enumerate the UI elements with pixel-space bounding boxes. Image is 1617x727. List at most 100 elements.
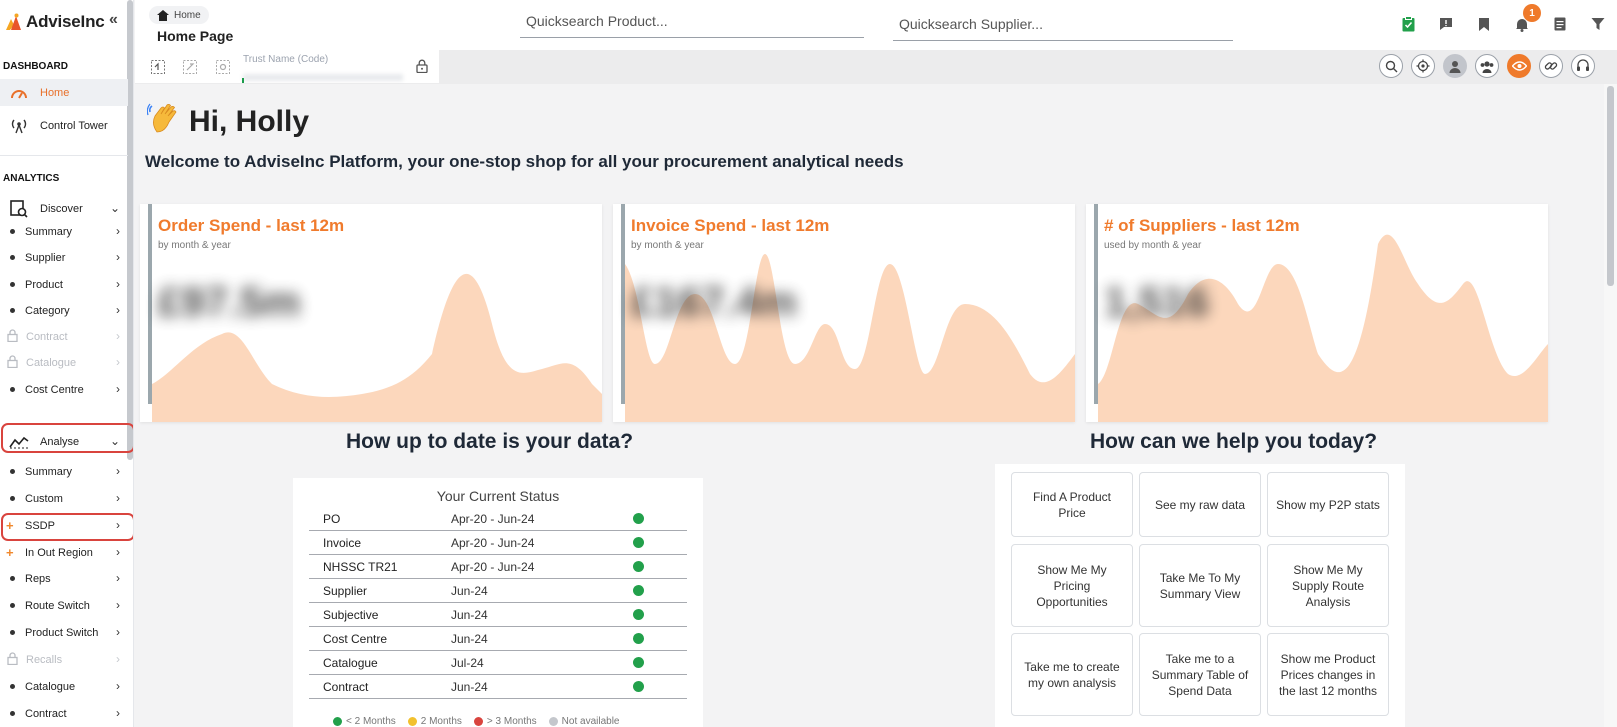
sidebar-subitem-contract[interactable]: Contract › [0,323,128,350]
sidebar-subitem-in-out-region[interactable]: + In Out Region › [0,539,128,566]
sidebar-subitem-catalogue[interactable]: Catalogue › [0,673,128,700]
highlight-analyse [1,423,133,453]
group-icon[interactable] [1475,54,1499,78]
scrollbar-thumb[interactable] [1607,86,1614,286]
breadcrumb[interactable]: Home [149,6,209,24]
card-value: £97.5m [158,278,301,325]
status-source: Supplier [323,583,368,598]
expand-icon[interactable] [150,59,166,75]
sidebar-subitem-recalls[interactable]: Recalls › [0,646,128,673]
sidebar-subitem-label: Contract [25,707,67,720]
quicksearch-supplier-input[interactable]: Quicksearch Supplier... [893,13,1233,41]
headset-icon[interactable] [1571,54,1595,78]
status-card: Your Current Status PO Apr-20 - Jun-24 In… [293,478,703,727]
logo[interactable]: AdviseInc [4,12,105,32]
status-source: Contract [323,679,369,694]
notes-icon[interactable] [1541,12,1579,36]
kpi-card-suppliers[interactable]: # of Suppliers - last 12m used by month … [1086,204,1548,422]
collapse-sidebar-button[interactable]: « [109,11,118,29]
speedometer-icon [8,83,30,103]
waving-hand-icon [146,102,181,141]
search-icon[interactable] [1379,54,1403,78]
kpi-card-invoice-spend[interactable]: Invoice Spend - last 12m by month & year… [613,204,1075,422]
settings-icon[interactable] [215,59,231,75]
lock-icon[interactable] [416,59,428,73]
sidebar-subitem-label: Custom [25,492,63,505]
sidebar-subitem-route-switch[interactable]: Route Switch › [0,592,128,619]
bullet-icon [10,684,15,689]
share-icon[interactable] [182,59,198,75]
bell-icon[interactable]: 1 [1503,4,1541,36]
sidebar-subitem-cost-centre[interactable]: Cost Centre › [0,376,128,403]
sidebar-item-home[interactable]: Home [0,79,128,106]
sidebar-subitem-catalogue[interactable]: Catalogue › [0,349,128,376]
help-panel: Find A Product Price See my raw data Sho… [995,464,1405,727]
logo-text: AdviseInc [26,12,105,31]
target-icon[interactable] [1411,54,1435,78]
help-button-p2p-stats[interactable]: Show my P2P stats [1267,472,1389,537]
filter-icon[interactable] [1579,12,1617,36]
link-icon[interactable] [1539,54,1563,78]
chevron-right-icon: › [116,224,120,238]
clipboard-icon[interactable] [1389,12,1427,36]
sidebar-subitem-category[interactable]: Category › [0,297,128,324]
breadcrumb-home: Home [174,9,201,21]
legend-item: Not available [548,716,619,727]
status-range: Apr-20 - Jun-24 [451,559,535,574]
chevron-right-icon: › [116,545,120,559]
eye-icon[interactable] [1507,54,1531,78]
home-icon [157,9,169,21]
sidebar-subitem-label: Summary [25,225,73,238]
view-toggles [1379,54,1595,78]
status-range: Jul-24 [451,655,484,670]
sidebar-subitem-summary[interactable]: Summary › [0,218,128,245]
help-button-summary-table[interactable]: Take me to a Summary Table of Spend Data [1139,633,1261,716]
sidebar-subitem-contract[interactable]: Contract › [0,700,128,727]
notification-badge: 1 [1523,4,1541,22]
quicksearch-product-input[interactable]: Quicksearch Product... [520,10,864,38]
sidebar-subitem-summary[interactable]: Summary › [0,458,128,485]
status-source: Subjective [323,607,379,622]
legend-item: > 3 Months [473,716,537,727]
status-source: Cost Centre [323,631,388,646]
sidebar-subitem-supplier[interactable]: Supplier › [0,244,128,271]
main-scrollbar[interactable] [1604,84,1617,727]
chevron-right-icon: › [116,491,120,505]
sidebar-subitem-label: Category [25,304,70,317]
help-button-summary-view[interactable]: Take Me To My Summary View [1139,544,1261,627]
chevron-right-icon: › [116,706,120,720]
sidebar-subitem-reps[interactable]: Reps › [0,565,128,592]
help-button-find-product-price[interactable]: Find A Product Price [1011,472,1133,537]
card-title: Order Spend - last 12m [158,216,345,235]
status-source: Invoice [323,535,362,550]
help-button-price-changes[interactable]: Show me Product Prices changes in the la… [1267,633,1389,716]
card-value: 1,516 [1104,278,1210,325]
image-search-icon [8,199,30,219]
chevron-right-icon: › [116,598,120,612]
card-subtitle: by month & year [631,240,704,251]
bookmark-icon[interactable] [1465,12,1503,36]
status-source: PO [323,511,341,526]
card-subtitle: by month & year [158,240,231,251]
sidebar-subitem-product-switch[interactable]: Product Switch › [0,619,128,646]
status-dot [633,657,644,668]
highlight-ssdp [1,513,133,541]
bullet-icon [10,576,15,581]
trust-name-label[interactable]: Trust Name (Code) [243,54,328,65]
help-button-pricing-opportunities[interactable]: Show Me My Pricing Opportunities [1011,544,1133,627]
help-button-supply-route[interactable]: Show Me My Supply Route Analysis [1267,544,1389,627]
flag-icon[interactable] [1427,12,1465,36]
sidebar-subitem-product[interactable]: Product › [0,271,128,298]
chevron-down-icon: ⌄ [109,201,120,215]
status-dot [633,561,644,572]
help-button-create-analysis[interactable]: Take me to create my own analysis [1011,633,1133,716]
help-button-raw-data[interactable]: See my raw data [1139,472,1261,537]
sidebar-subitem-custom[interactable]: Custom › [0,485,128,512]
status-legend: < 2 Months 2 Months > 3 Months Not avail… [333,716,619,727]
chevron-right-icon: › [116,250,120,264]
status-row: Invoice Apr-20 - Jun-24 [309,531,687,555]
kpi-card-order-spend[interactable]: Order Spend - last 12m by month & year £… [140,204,602,422]
user-icon[interactable] [1443,54,1467,78]
legend-item: 2 Months [407,716,462,727]
sidebar-item-control-tower[interactable]: Control Tower [0,112,128,139]
